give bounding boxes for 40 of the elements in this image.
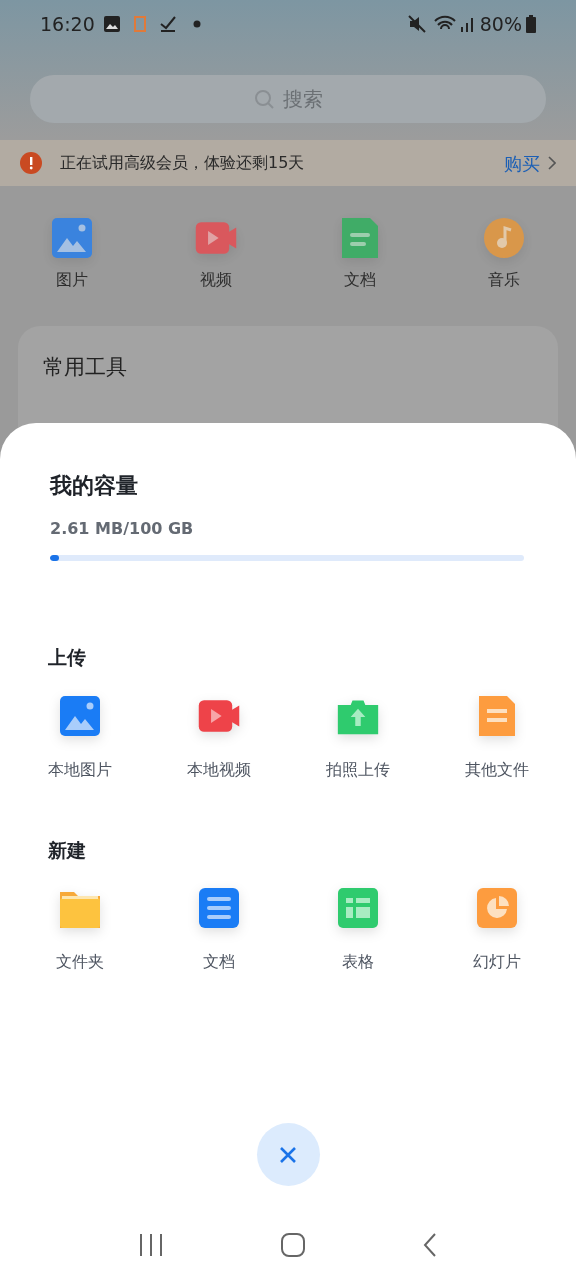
- picture-icon: [57, 693, 102, 738]
- category-tile[interactable]: 文档: [288, 216, 432, 292]
- recent-apps-icon[interactable]: [139, 1233, 163, 1257]
- storage-usage: 2.61 MB/100 GB: [50, 521, 195, 537]
- action-tile[interactable]: 幻灯片: [427, 886, 566, 974]
- close-icon: [279, 1145, 297, 1164]
- clock: 16:20: [40, 11, 95, 37]
- action-tile[interactable]: 本地视频: [149, 693, 288, 782]
- action-tile[interactable]: 本地图片: [10, 693, 149, 782]
- back-icon[interactable]: [423, 1233, 437, 1257]
- action-tile[interactable]: 文档: [149, 886, 288, 974]
- battery-percent: 80%: [479, 11, 522, 37]
- mute-icon: [407, 15, 426, 33]
- action-tile[interactable]: 文件夹: [10, 886, 149, 974]
- trial-message: 正在试用高级会员，体验还剩15天: [60, 152, 306, 174]
- category-tile[interactable]: 视频: [144, 216, 288, 292]
- search-placeholder: 搜索: [283, 86, 323, 113]
- gallery-icon: [102, 15, 121, 33]
- picture-icon: [50, 216, 94, 260]
- action-tile[interactable]: 表格: [288, 886, 427, 974]
- section-title: 新建: [48, 838, 86, 861]
- signal-icon: [459, 15, 476, 33]
- warning-icon: [20, 152, 42, 174]
- battery-icon: [526, 15, 536, 33]
- tools-card-title: 常用工具: [43, 355, 127, 379]
- category-tile[interactable]: 音乐: [432, 216, 576, 292]
- music-note-icon: [482, 216, 526, 260]
- search-icon: [253, 88, 275, 110]
- dot-icon: [192, 20, 201, 28]
- home-icon[interactable]: [281, 1233, 305, 1257]
- action-tile[interactable]: 其他文件: [427, 693, 566, 782]
- chevron-right-icon: [548, 156, 556, 170]
- text-document-icon: [196, 886, 241, 930]
- spreadsheet-icon: [335, 886, 380, 930]
- check-icon: [158, 15, 177, 33]
- section-title: 上传: [48, 646, 86, 668]
- storage-title: 我的容量: [50, 475, 139, 497]
- category-tile[interactable]: 图片: [0, 216, 144, 292]
- action-tile[interactable]: 拍照上传: [288, 693, 427, 782]
- pie-chart-icon: [474, 886, 519, 930]
